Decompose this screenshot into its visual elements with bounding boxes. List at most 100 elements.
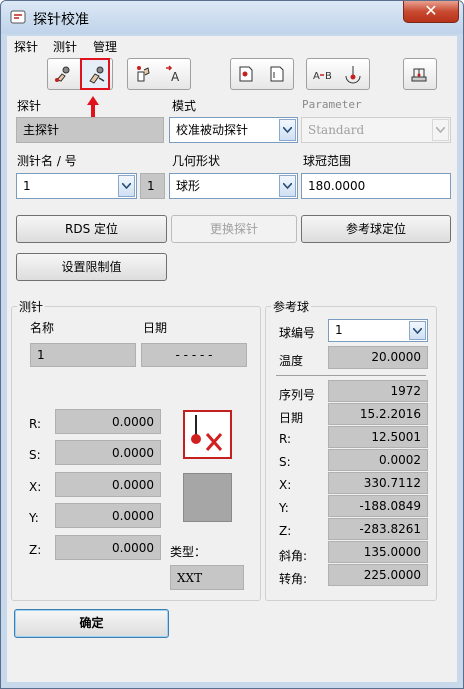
app-icon <box>10 10 26 24</box>
window-title: 探针校准 <box>33 12 89 28</box>
stylus-group: 测针 名称 日期 1 - - - - - R: 0.0000 S: 0.0000… <box>11 298 261 601</box>
ref-ball-group-title: 参考球 <box>271 298 312 315</box>
stylus-date-value-field: - - - - - <box>141 343 247 367</box>
geometry-select-value: 球形 <box>176 179 201 193</box>
stylus-name-value-field: 1 <box>30 343 136 367</box>
ref-ball-divider <box>276 375 426 376</box>
stylus-preview-image <box>183 473 232 522</box>
page-pin-icon[interactable] <box>231 59 261 89</box>
parameter-select-value: Standard <box>308 123 365 137</box>
mode-select[interactable]: 校准被动探针 <box>169 117 298 143</box>
parameter-select: Standard <box>301 117 451 143</box>
probe-icon[interactable] <box>48 59 78 89</box>
ref-date-value: 15.2.2016 <box>328 403 428 425</box>
stylus-r-value: 0.0000 <box>55 409 161 434</box>
svg-text:A: A <box>171 70 180 84</box>
ref-r-value: 12.5001 <box>328 426 428 448</box>
ab-compare-icon[interactable]: AB <box>307 59 337 89</box>
ref-s-value: 0.0002 <box>328 449 428 471</box>
ref-date-label: 日期 <box>279 411 304 425</box>
serial-value: 1972 <box>328 380 428 402</box>
svg-text:A: A <box>313 71 320 82</box>
stylus-date-column: 日期 <box>143 321 168 335</box>
stylus-not-calibrated-icon <box>183 410 232 459</box>
touch-icon[interactable] <box>128 59 158 89</box>
temperature-label: 温度 <box>279 354 304 368</box>
move-a-icon[interactable]: A <box>159 59 189 89</box>
ref-ball-position-button[interactable]: 参考球定位 <box>301 215 451 243</box>
set-limits-button[interactable]: 设置限制值 <box>16 253 167 281</box>
machine-icon[interactable] <box>404 59 434 89</box>
toolbar-group-touch: A <box>127 58 191 90</box>
chevron-down-icon[interactable] <box>279 119 296 141</box>
ball-number-value: 1 <box>335 323 343 337</box>
menu-stylus[interactable]: 测针 <box>53 38 77 55</box>
stylus-z-value: 0.0000 <box>55 535 161 560</box>
probe-label: 探针 <box>17 99 42 113</box>
ball-number-select[interactable]: 1 <box>328 319 428 342</box>
tilt-angle-value: 135.0000 <box>328 541 428 563</box>
stylus-name-column: 名称 <box>30 321 55 335</box>
page-icon[interactable] <box>262 59 292 89</box>
rotation-angle-value: 225.0000 <box>328 564 428 586</box>
stylus-name-label: 测针名 / 号 <box>17 154 77 168</box>
ref-s-label: S: <box>279 455 291 469</box>
stylus-type-value: XXT <box>170 565 244 590</box>
probe-calibrate-icon[interactable] <box>80 58 110 90</box>
stylus-z-label: Z: <box>29 543 42 557</box>
svg-text:B: B <box>325 71 332 82</box>
geometry-select[interactable]: 球形 <box>169 173 298 199</box>
ok-button[interactable]: 确定 <box>14 609 169 638</box>
toolbar-group-ref: AB <box>306 58 370 90</box>
ref-z-value: -283.8261 <box>328 518 428 540</box>
stylus-group-title: 测针 <box>17 298 46 315</box>
target-icon[interactable] <box>338 59 368 89</box>
ball-number-label: 球编号 <box>279 326 316 340</box>
ref-x-value: 330.7112 <box>328 472 428 494</box>
cap-range-label: 球冠范围 <box>303 154 352 168</box>
stylus-name-select[interactable]: 1 <box>16 173 137 199</box>
stylus-type-label: 类型： <box>170 545 207 559</box>
title-bar[interactable]: 探针校准 ✕ <box>1 1 463 34</box>
mode-select-value: 校准被动探针 <box>176 123 249 137</box>
tilt-angle-label: 斜角: <box>279 549 308 563</box>
chevron-down-icon[interactable] <box>409 321 426 340</box>
probe-name-field: 主探针 <box>16 117 164 143</box>
menu-manage[interactable]: 管理 <box>93 38 117 55</box>
serial-label: 序列号 <box>279 388 316 402</box>
chevron-down-icon[interactable] <box>279 175 296 197</box>
stylus-x-label: X: <box>29 480 42 494</box>
toolbar: A AB <box>7 54 457 94</box>
rotation-angle-label: 转角: <box>279 572 308 586</box>
rds-position-button[interactable]: RDS 定位 <box>16 215 167 243</box>
mode-label: 模式 <box>172 99 197 113</box>
ref-z-label: Z: <box>279 524 292 538</box>
ref-ball-group: 参考球 球编号 1 温度 20.0000 序列号 1972 日期 15.2.20… <box>265 298 437 601</box>
stylus-y-label: Y: <box>29 511 39 525</box>
parameter-label: Parameter <box>302 98 362 111</box>
temperature-value: 20.0000 <box>328 346 428 369</box>
toolbar-group-probe <box>47 58 113 90</box>
change-probe-button: 更换探针 <box>171 215 297 243</box>
stylus-x-value: 0.0000 <box>55 472 161 497</box>
cap-range-input[interactable]: 180.0000 <box>301 173 451 199</box>
close-button[interactable]: ✕ <box>403 1 459 23</box>
stylus-r-label: R: <box>29 417 42 431</box>
menu-probe[interactable]: 探针 <box>14 38 38 55</box>
chevron-down-icon[interactable] <box>118 175 135 197</box>
stylus-s-label: S: <box>29 448 41 462</box>
stylus-y-value: 0.0000 <box>55 503 161 528</box>
ref-y-value: -188.0849 <box>328 495 428 517</box>
stylus-s-value: 0.0000 <box>55 440 161 465</box>
stylus-name-value: 1 <box>23 179 31 193</box>
ref-r-label: R: <box>279 432 292 446</box>
chevron-down-icon <box>432 119 449 141</box>
stylus-number-field: 1 <box>140 173 165 199</box>
dialog-body: A AB 探针 模式 Parameter 主探针 校准被动探针 Standard… <box>7 54 457 682</box>
menu-bar: 探针 测针 管理 <box>7 36 457 54</box>
toolbar-group-machine <box>403 58 437 90</box>
toolbar-group-page <box>230 58 294 90</box>
probe-calibration-window: 探针校准 ✕ 探针 测针 管理 A A B 探针 模式 Parameter 主探… <box>0 0 464 689</box>
geometry-label: 几何形状 <box>172 154 221 168</box>
ref-x-label: X: <box>279 478 292 492</box>
